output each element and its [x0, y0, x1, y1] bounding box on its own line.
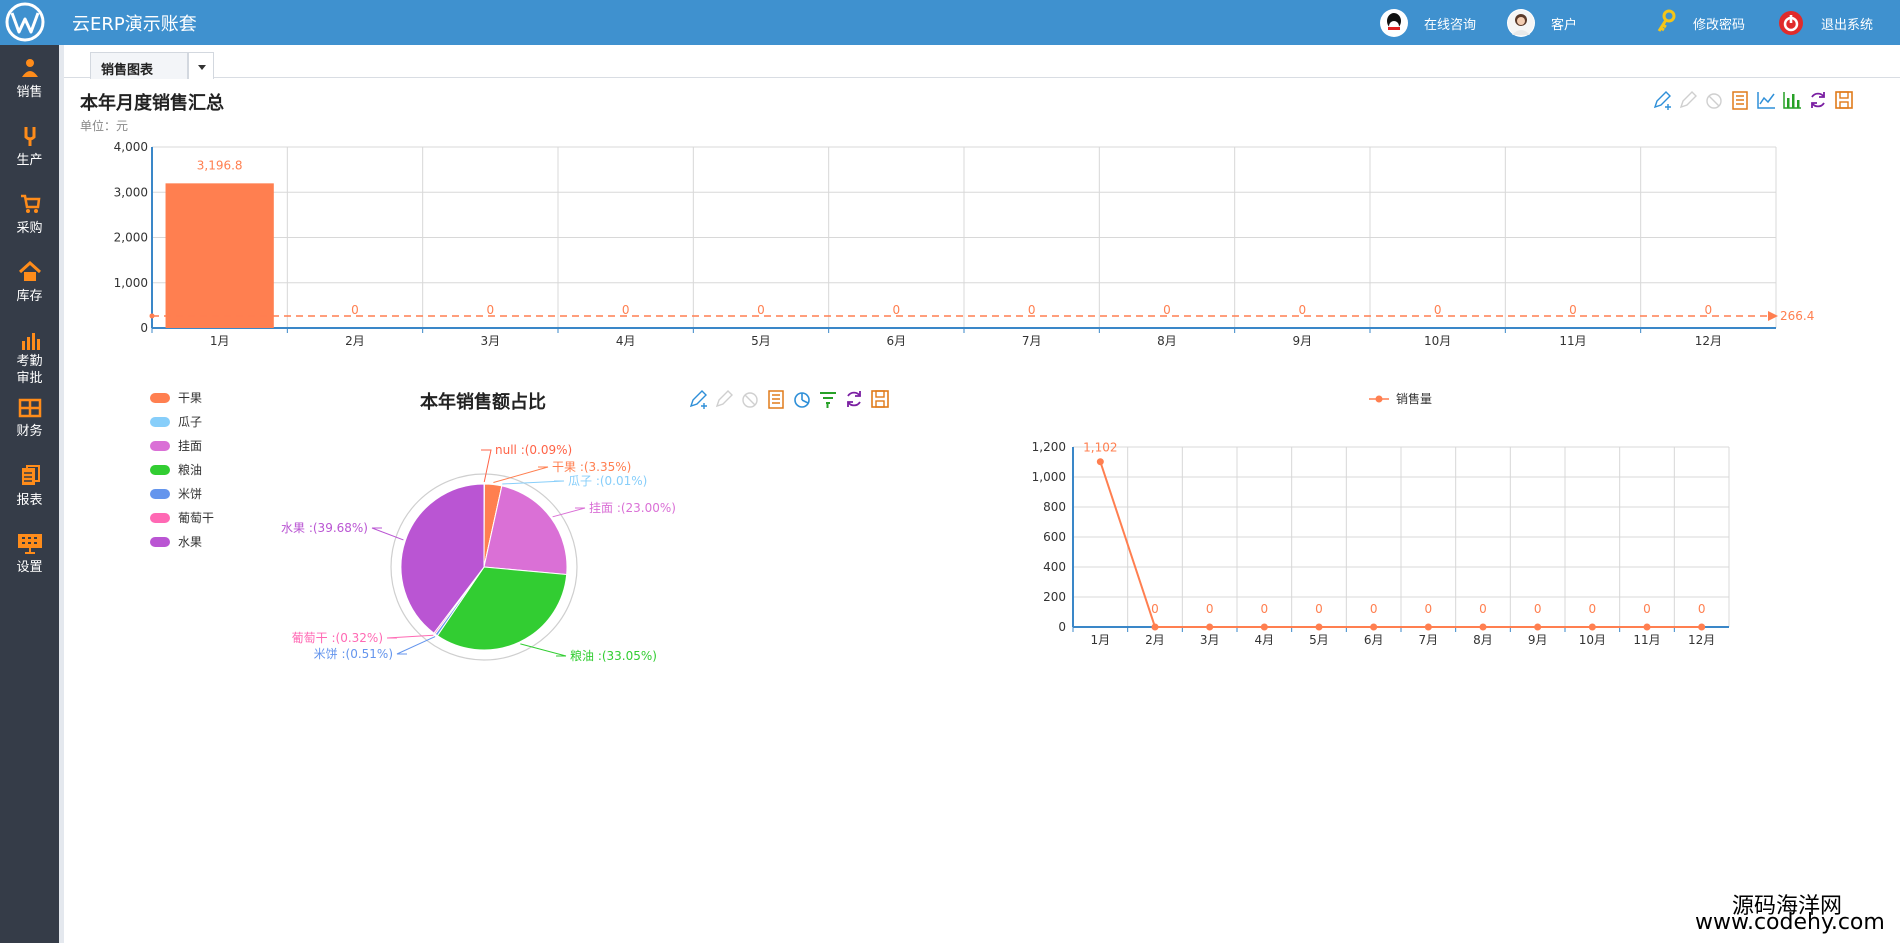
pie-legend-item[interactable]: 瓜子	[150, 413, 202, 430]
x-tick-label: 2月	[345, 334, 365, 348]
average-line-label: 266.4	[1780, 309, 1814, 323]
pie-legend-swatch	[150, 416, 170, 427]
pie-legend-swatch	[150, 536, 170, 547]
pie-legend-item[interactable]: 干果	[150, 389, 202, 406]
bar-value-label: 0	[893, 303, 901, 317]
y-tick-label: 0	[140, 321, 148, 335]
bar-value-label: 0	[487, 303, 495, 317]
y-tick-label: 4,000	[114, 140, 148, 154]
funnel-icon[interactable]	[818, 389, 838, 409]
x-tick-label: 6月	[887, 334, 907, 348]
bar-value-label: 0	[1299, 303, 1307, 317]
x-tick-label: 12月	[1695, 334, 1722, 348]
pie-chart-title: 本年销售额占比	[420, 392, 546, 413]
pie-legend-label: 干果	[178, 391, 203, 405]
pie-legend-item[interactable]: 米饼	[150, 485, 202, 502]
data-view-icon[interactable]	[766, 389, 786, 409]
refresh-icon[interactable]	[844, 389, 864, 409]
pie-legend-label: 粮油	[178, 463, 203, 477]
x-tick-label: 3月	[481, 334, 501, 348]
mark-icon[interactable]	[688, 389, 708, 409]
x-tick-label: 1月	[210, 334, 230, 348]
pie-legend-label: 米饼	[178, 487, 203, 501]
x-tick-label: 7月	[1022, 334, 1042, 348]
x-tick-label: 5月	[751, 334, 771, 348]
y-tick-label: 3,000	[114, 185, 148, 199]
bar-value-label: 0	[351, 303, 359, 317]
bar-value-label: 0	[622, 303, 630, 317]
pie-legend-label: 挂面	[178, 439, 203, 453]
pie-chart-icon[interactable]	[792, 389, 812, 409]
line-legend-icon	[1369, 395, 1389, 402]
pie-legend-swatch	[150, 488, 170, 499]
undo-mark-icon[interactable]	[714, 389, 734, 409]
bar-value-label: 0	[1569, 303, 1577, 317]
pie-legend-label: 瓜子	[178, 415, 203, 429]
y-tick-label: 1,000	[114, 276, 148, 290]
x-tick-label: 9月	[1293, 334, 1313, 348]
x-tick-label: 10月	[1424, 334, 1451, 348]
bar	[165, 183, 274, 328]
pie-legend-item[interactable]: 挂面	[150, 437, 202, 454]
clear-mark-icon[interactable]	[740, 389, 760, 409]
pie-legend-item[interactable]: 水果	[150, 533, 202, 550]
bar-value-label: 0	[1705, 303, 1713, 317]
y-tick-label: 2,000	[114, 231, 148, 245]
line-legend-item[interactable]: 销售量	[1368, 390, 1432, 407]
pie-legend-swatch	[150, 464, 170, 475]
average-line-start	[149, 313, 155, 319]
pie-legend-item[interactable]: 粮油	[150, 461, 202, 478]
save-image-icon[interactable]	[870, 389, 890, 409]
bar-value-label: 0	[757, 303, 765, 317]
pie-legend-swatch	[150, 440, 170, 451]
pie-legend-item[interactable]: 葡萄干	[150, 509, 214, 526]
bar-value-label: 0	[1434, 303, 1442, 317]
x-tick-label: 8月	[1157, 334, 1177, 348]
bar-value-label: 0	[1163, 303, 1171, 317]
pie-legend-swatch	[150, 512, 170, 523]
bar-value-label: 0	[1028, 303, 1036, 317]
pie-legend-label: 葡萄干	[178, 511, 215, 525]
bar-chart: 0 1,000 2,000 3,000 4,000 1月 3,196.8 2月 0 3月 0 4月 0 5…	[114, 140, 1815, 348]
watermark-url: www.codehy.com	[1695, 910, 1885, 935]
x-tick-label: 11月	[1559, 334, 1586, 348]
x-tick-label: 4月	[616, 334, 636, 348]
pie-legend-label: 水果	[178, 535, 203, 549]
bar-value-label: 3,196.8	[197, 158, 243, 172]
line-legend-label: 销售量	[1396, 392, 1433, 406]
pie-chart-toolbox	[688, 389, 890, 409]
pie-legend-swatch	[150, 392, 170, 403]
